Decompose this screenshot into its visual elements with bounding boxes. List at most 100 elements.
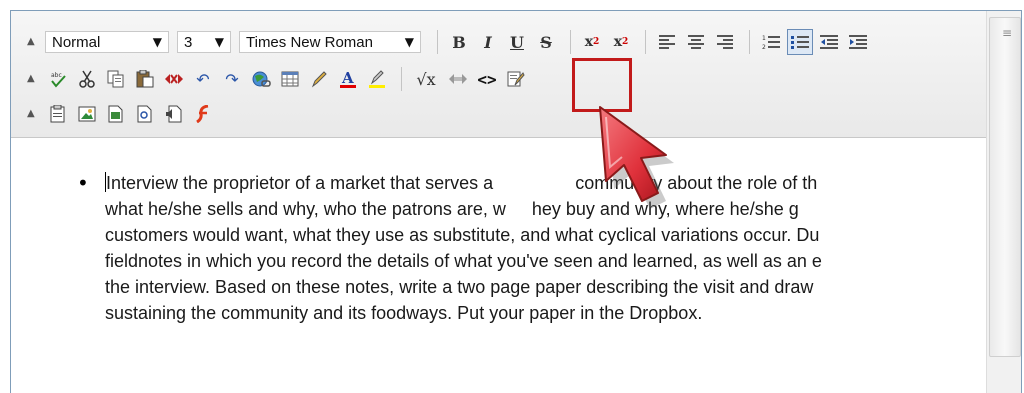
svg-text:A: A (341, 69, 354, 87)
superscript-button[interactable]: x2 (608, 29, 634, 55)
rich-text-editor: ▲ Normal ▼ 3 ▼ Times New Roman ▼ B I U S… (10, 10, 1022, 393)
svg-text:abc: abc (51, 72, 62, 79)
chevron-down-icon: ▼ (404, 35, 414, 49)
superscript-mark: 2 (622, 37, 629, 47)
draw-line-button[interactable] (306, 66, 332, 92)
align-right-button[interactable] (712, 29, 738, 55)
font-color-icon: A (340, 69, 356, 88)
copy-button[interactable] (103, 66, 129, 92)
bullet-list-button[interactable] (787, 29, 813, 55)
paragraph-text[interactable]: Interview the proprietor of a market tha… (105, 170, 1021, 326)
strikethrough-button[interactable]: S (533, 29, 559, 55)
copy-icon (107, 70, 124, 88)
preview-button[interactable] (503, 66, 529, 92)
align-center-icon (688, 35, 704, 49)
audio-file-icon (166, 105, 182, 123)
bold-button[interactable]: B (446, 29, 472, 55)
italic-button[interactable]: I (475, 29, 501, 55)
text-line-1-head: Interview the proprietor of a market tha… (106, 173, 494, 193)
toolbar-separator (437, 30, 438, 54)
insert-link-button[interactable] (248, 66, 274, 92)
scissors-icon (79, 70, 95, 88)
insert-table-button[interactable] (277, 66, 303, 92)
vertical-scrollbar[interactable]: ≡ (986, 11, 1021, 393)
bullet-marker: • (77, 171, 89, 195)
flash-icon (196, 105, 209, 123)
chevron-down-icon: ▼ (214, 35, 224, 49)
svg-text:2: 2 (762, 44, 766, 50)
text-line-2: what he/she sells and why, who the patro… (105, 196, 1021, 222)
spellcheck-icon: abc (51, 72, 66, 88)
spellcheck-button[interactable]: abc (45, 66, 71, 92)
document-search-icon (137, 105, 152, 123)
image-icon (78, 106, 96, 122)
anchor-arrows-icon (449, 74, 467, 84)
text-line-4: fieldnotes in which you record the detai… (105, 251, 822, 271)
insert-document-button[interactable] (132, 101, 158, 127)
scrollbar-thumb[interactable]: ≡ (989, 17, 1021, 357)
undo-button[interactable]: ↶ (190, 66, 216, 92)
font-family-select[interactable]: Times New Roman ▼ (239, 31, 421, 53)
numbered-list-button[interactable]: 12 (758, 29, 784, 55)
toolbar-row-insert: ▲ (11, 97, 219, 131)
subscript-mark: 2 (593, 37, 600, 47)
paste-icon (136, 70, 154, 88)
text-line-6: sustaining the community and its foodway… (105, 303, 703, 323)
collapse-row-icon[interactable]: ▲ (27, 74, 39, 84)
insert-anchor-button[interactable] (445, 66, 471, 92)
highlight-color-button[interactable] (364, 66, 390, 92)
remove-format-button[interactable] (161, 66, 187, 92)
align-center-button[interactable] (683, 29, 709, 55)
insert-audio-button[interactable] (161, 101, 187, 127)
font-family-value: Times New Roman (246, 33, 373, 51)
clipboard-icon (50, 105, 65, 123)
toolbar-separator (645, 30, 646, 54)
text-line-5: the interview. Based on these notes, wri… (105, 277, 814, 297)
font-size-value: 3 (184, 33, 193, 51)
indent-button[interactable] (845, 29, 871, 55)
cut-button[interactable] (74, 66, 100, 92)
font-size-select[interactable]: 3 ▼ (177, 31, 231, 53)
align-left-button[interactable] (654, 29, 680, 55)
editor-content-area[interactable]: • Interview the proprietor of a market t… (11, 138, 986, 393)
underline-button[interactable]: U (504, 29, 530, 55)
text-line-3: customers would want, what they use as s… (105, 225, 820, 245)
html-source-button[interactable]: <> (474, 66, 500, 92)
redo-button[interactable]: ↷ (219, 66, 245, 92)
toolbar-row-format: ▲ Normal ▼ 3 ▼ Times New Roman ▼ B I U S… (11, 25, 874, 59)
insert-image-button[interactable] (74, 101, 100, 127)
subscript-button[interactable]: x2 (579, 29, 605, 55)
media-file-icon (108, 105, 123, 123)
numbered-list-icon: 12 (762, 35, 780, 50)
text-line-2-head: what he/she sells and why, who the patro… (105, 199, 506, 219)
collapse-row-icon[interactable]: ▲ (27, 109, 39, 119)
list-item: • Interview the proprietor of a market t… (77, 170, 1021, 326)
align-left-icon (659, 35, 675, 49)
table-icon (281, 71, 299, 87)
outdent-button[interactable] (816, 29, 842, 55)
insert-media-button[interactable] (103, 101, 129, 127)
paste-button[interactable] (132, 66, 158, 92)
toolbar-row-edit: ▲ abc ↶ ↷ A √x <> (11, 62, 532, 96)
bullet-list-icon (791, 36, 809, 49)
insert-equation-button[interactable]: √x (410, 66, 442, 92)
paragraph-style-select[interactable]: Normal ▼ (45, 31, 169, 53)
highlighter-icon (369, 70, 385, 88)
paste-text-button[interactable] (45, 101, 71, 127)
edit-document-icon (507, 71, 525, 87)
toolbar-separator (749, 30, 750, 54)
align-right-icon (717, 35, 733, 49)
font-color-button[interactable]: A (335, 66, 361, 92)
subscript-icon: x (584, 34, 594, 50)
editor-toolbar: ▲ Normal ▼ 3 ▼ Times New Roman ▼ B I U S… (11, 11, 986, 138)
mouse-pointer-icon (599, 106, 674, 209)
outdent-icon (820, 35, 838, 49)
superscript-icon: x (613, 34, 623, 50)
pencil-icon (311, 71, 327, 88)
toolbar-separator (570, 30, 571, 54)
indent-icon (849, 35, 867, 49)
paragraph-style-value: Normal (52, 33, 101, 51)
collapse-row-icon[interactable]: ▲ (27, 37, 39, 47)
insert-flash-button[interactable] (190, 101, 216, 127)
toolbar-separator (401, 67, 402, 91)
